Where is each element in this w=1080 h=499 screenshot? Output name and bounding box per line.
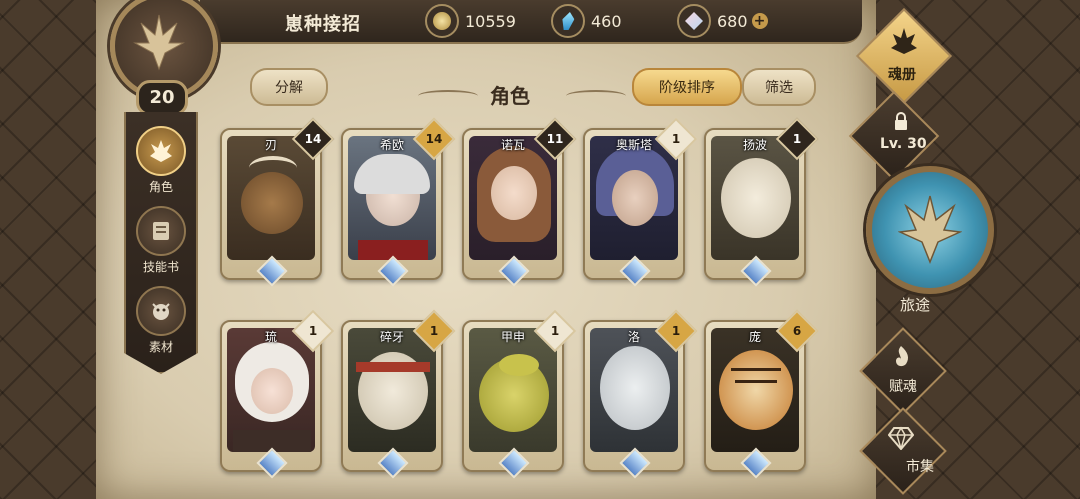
character-card[interactable]: 扬波 1 [704, 117, 819, 287]
character-card[interactable]: 奥斯塔 1 [583, 117, 698, 287]
journey-crest-icon [898, 195, 962, 264]
gem-value: 680 [717, 11, 748, 31]
character-card[interactable]: 庞 6 [704, 309, 819, 479]
crystal-resource[interactable]: 460 [551, 4, 622, 38]
page-heading: 角色 [490, 84, 530, 108]
blue-crystal-icon [551, 4, 585, 38]
tier-sort-button[interactable]: 阶级排序 [632, 68, 742, 106]
crystal-value: 460 [591, 11, 622, 31]
heading-ornament-right [566, 90, 626, 102]
menu-item-character[interactable]: 角色 [126, 126, 196, 195]
guild-crest-icon [133, 14, 185, 71]
portrait-knight [348, 136, 436, 260]
coin-resource[interactable]: 10559 [425, 4, 516, 38]
flame-swirl-icon [896, 346, 909, 367]
menu-label-character: 角色 [148, 180, 173, 194]
player-name: 崽种接招 [285, 14, 361, 35]
left-menu: 角色 技能书 素材 [124, 112, 198, 374]
portrait-bear [227, 136, 315, 260]
journey-button[interactable]: 旅途 [866, 166, 994, 314]
fusoul-label: 赋魂 [889, 379, 917, 395]
pink-gem-icon [677, 4, 711, 38]
character-card[interactable]: 希欧 14 [341, 117, 456, 287]
coin-value: 10559 [465, 11, 516, 31]
character-card[interactable]: 甲申 1 [462, 309, 577, 479]
portrait-wolf [590, 328, 678, 452]
soulbook-label: 魂册 [888, 67, 916, 83]
journey-label: 旅途 [900, 296, 931, 314]
add-gem-button[interactable]: + [751, 13, 768, 29]
crystal-icon [888, 426, 914, 450]
heading-ornament-left [418, 90, 478, 102]
portrait-polar-bear [711, 136, 799, 260]
character-card[interactable]: 洛 1 [583, 309, 698, 479]
filter-button[interactable]: 筛选 [742, 68, 816, 106]
menu-item-skillbook[interactable]: 技能书 [126, 206, 196, 275]
decompose-button[interactable]: 分解 [250, 68, 328, 106]
gem-resource[interactable]: 680 + [677, 4, 768, 38]
menu-label-material: 素材 [148, 340, 173, 354]
journey-disc [866, 166, 994, 294]
player-emblem[interactable]: 20 [100, 0, 218, 116]
portrait-warrior-bear [348, 328, 436, 452]
character-card[interactable]: 刃 14 [220, 117, 335, 287]
character-card[interactable]: 碎牙 1 [341, 309, 456, 479]
portrait-girl [469, 136, 557, 260]
menu-label-skillbook: 技能书 [142, 260, 179, 274]
portrait-duck [469, 328, 557, 452]
material-icon [136, 286, 186, 336]
soulbook-icon [891, 28, 917, 54]
lock-icon [895, 112, 907, 130]
player-level: 20 [136, 80, 188, 116]
skillbook-icon [136, 206, 186, 256]
portrait-tiger [711, 328, 799, 452]
menu-item-material[interactable]: 素材 [126, 286, 196, 355]
portrait-white-hair-girl [227, 328, 315, 452]
portrait-swordsman [590, 136, 678, 260]
coin-icon [425, 4, 459, 38]
lock-level-label: Lv. 30 [880, 136, 927, 152]
character-card[interactable]: 琉 1 [220, 309, 335, 479]
market-label: 市集 [906, 459, 934, 475]
character-icon [136, 126, 186, 176]
character-card[interactable]: 诺瓦 11 [462, 117, 577, 287]
